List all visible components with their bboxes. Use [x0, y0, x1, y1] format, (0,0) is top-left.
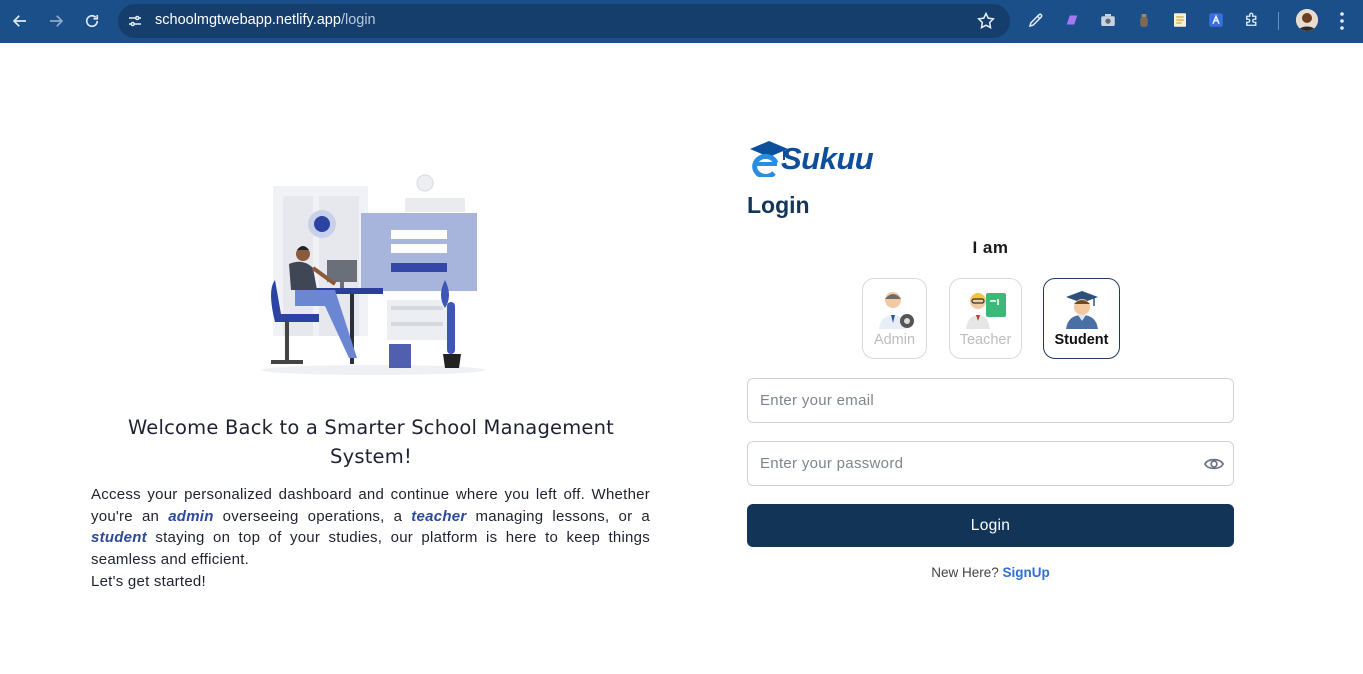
signup-link[interactable]: SignUp	[1003, 565, 1050, 580]
bottle-icon	[1140, 14, 1148, 27]
camera-icon	[1101, 14, 1115, 26]
arrow-right-icon	[50, 15, 64, 27]
extension-camera[interactable]	[1098, 10, 1118, 30]
profile-avatar[interactable]	[1296, 9, 1318, 31]
role-admin-label: Admin	[873, 332, 916, 348]
desc-closing: Let's get started!	[91, 572, 206, 590]
browser-toolbar: schoolmgtwebapp.netlify.app/login	[0, 0, 1363, 43]
eye-icon[interactable]	[1204, 455, 1224, 473]
desc-admin-highlight: admin	[168, 507, 214, 525]
role-teacher-label: Teacher	[959, 332, 1012, 348]
welcome-heading: Welcome Back to a Smarter School Managem…	[110, 413, 632, 471]
admin-avatar-icon	[878, 292, 914, 329]
desc-student-highlight: student	[91, 529, 147, 547]
login-illustration	[261, 174, 485, 375]
extension-notes[interactable]	[1170, 10, 1190, 30]
desc-text: staying on top of your studies, our plat…	[91, 529, 650, 569]
site-info-icon[interactable]	[126, 12, 144, 30]
role-prompt: I am	[972, 238, 1009, 257]
brand-name: Sukuu	[781, 141, 874, 176]
signup-prompt: New Here? SignUp	[747, 565, 1234, 580]
reload-button[interactable]	[79, 8, 105, 34]
role-teacher-button[interactable]: Teacher	[949, 278, 1022, 359]
student-avatar-icon	[1065, 291, 1098, 329]
extension-translate[interactable]	[1206, 10, 1226, 30]
bookmark-star-icon[interactable]	[976, 11, 996, 31]
login-title: Login	[747, 192, 810, 218]
esukuu-logo: Sukuu	[748, 137, 898, 179]
back-button[interactable]	[7, 8, 33, 34]
address-bar[interactable]: schoolmgtwebapp.netlify.app/login	[118, 4, 1010, 38]
welcome-title-line2: System!	[330, 445, 412, 468]
puzzle-icon	[1246, 12, 1257, 26]
extension-purple[interactable]	[1062, 10, 1082, 30]
welcome-description: Access your personalized dashboard and c…	[91, 484, 650, 593]
desc-text: managing lessons, or a	[466, 507, 650, 525]
toolbar-separator	[1278, 12, 1279, 30]
extension-bottle[interactable]	[1134, 10, 1154, 30]
extension-eyedropper[interactable]	[1026, 10, 1046, 30]
password-input[interactable]	[748, 442, 1233, 485]
url-path: /login	[340, 12, 376, 28]
avatar-icon	[1296, 9, 1318, 31]
purple-extension-icon	[1066, 15, 1078, 25]
password-field[interactable]	[747, 441, 1234, 486]
login-button[interactable]: Login	[747, 504, 1234, 547]
welcome-title-line1: Welcome Back to a Smarter School Managem…	[127, 416, 615, 439]
extensions-button[interactable]	[1242, 10, 1262, 30]
email-field[interactable]	[747, 378, 1234, 423]
teacher-avatar-icon	[965, 293, 1006, 329]
email-input[interactable]	[748, 379, 1233, 422]
role-admin-button[interactable]: Admin	[862, 278, 927, 359]
forward-button[interactable]	[43, 8, 69, 34]
desc-text: overseeing operations, a	[213, 507, 412, 525]
url-text: schoolmgtwebapp.netlify.app/login	[155, 12, 376, 28]
reload-icon	[85, 14, 99, 28]
role-student-button[interactable]: Student	[1043, 278, 1120, 359]
url-host: schoolmgtwebapp.netlify.app	[155, 12, 341, 28]
translate-icon	[1209, 13, 1223, 27]
new-here-text: New Here?	[931, 565, 999, 580]
menu-kebab-icon[interactable]	[1333, 10, 1351, 32]
eyedropper-icon	[1028, 13, 1043, 28]
desc-teacher-highlight: teacher	[411, 507, 467, 525]
notes-icon	[1174, 13, 1186, 27]
role-student-label: Student	[1054, 332, 1109, 348]
arrow-left-icon	[12, 15, 26, 27]
